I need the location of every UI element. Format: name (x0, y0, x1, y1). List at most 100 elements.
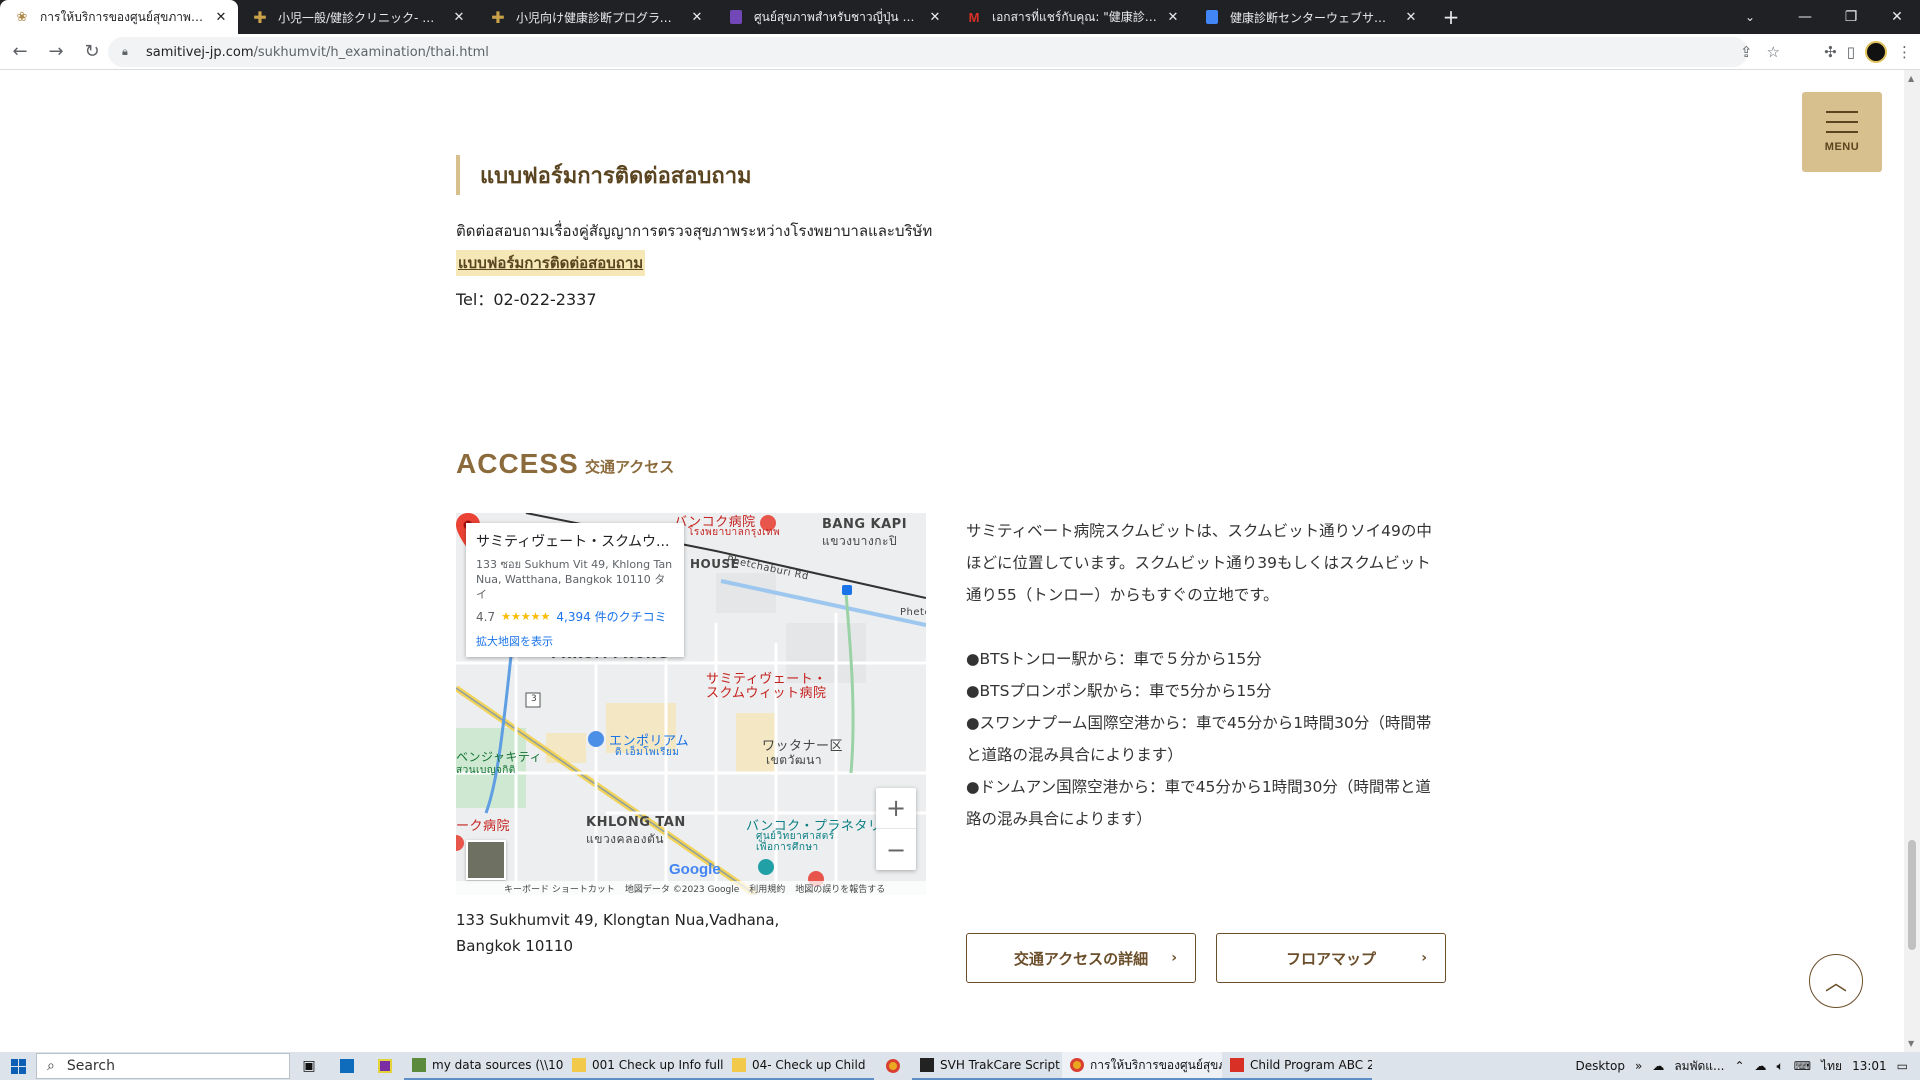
app-icon[interactable] (366, 1052, 404, 1080)
map-data-credit: 地図データ ©2023 Google (624, 884, 740, 895)
forward-arrow-icon[interactable]: → (40, 36, 72, 68)
tab-search-chevron-icon[interactable]: ⌄ (1730, 0, 1770, 34)
chevron-up-icon: ︿ (1824, 971, 1847, 996)
keyboard-shortcuts-link[interactable]: キーボード ショートカット (504, 882, 615, 895)
extension-area: ✣ ▯ ⋮ (1824, 36, 1912, 68)
hamburger-icon (1826, 111, 1858, 133)
side-panel-icon[interactable]: ▯ (1847, 43, 1855, 61)
taskbar-app-label: my data sources (\\10... (432, 1058, 564, 1072)
floor-map-button[interactable]: フロアマップ › (1216, 933, 1446, 983)
place-address: 133 ซอย Sukhum Vit 49, Khlong Tan Nua, W… (476, 558, 673, 601)
scroll-up-arrow-icon[interactable]: ▲ (1908, 74, 1914, 83)
taskbar-app[interactable]: SVH TrakCare Script (912, 1052, 1062, 1080)
satellite-toggle-button[interactable] (466, 840, 506, 880)
taskbar-search[interactable]: ⌕ Search (36, 1053, 290, 1079)
tab-title: การให้บริการของศูนย์สุขภาพสำหรับชาวญี่ปุ… (40, 9, 206, 24)
volume-icon[interactable]: 🔈︎ (1777, 1059, 1784, 1074)
contact-form-link[interactable]: แบบฟอร์มการติดต่อสอบถาม (456, 250, 646, 276)
share-icon[interactable]: ⇪ (1740, 43, 1753, 61)
access-detail-label: 交通アクセスの詳細 (1013, 949, 1149, 968)
taskbar-app[interactable]: Child Program ABC 2... (1222, 1052, 1372, 1080)
access-title: ACCESS (456, 448, 579, 479)
extensions-puzzle-icon[interactable]: ✣ (1824, 43, 1837, 61)
search-icon: ⌕ (47, 1058, 55, 1074)
tray-overflow-chevron-icon[interactable]: ⌃ (1734, 1059, 1744, 1073)
notification-icon[interactable]: ▭ (1897, 1059, 1908, 1073)
weather-icon[interactable]: ☁ (1652, 1059, 1664, 1073)
taskbar-app[interactable]: 001 Check up Info full... (564, 1052, 724, 1080)
reload-icon[interactable]: ↻ (76, 36, 108, 68)
hospital-favicon-icon: ❀ (16, 9, 28, 25)
google-map[interactable]: バンコク病院 โรงพยาบาลกรุงเทพ BANG KAPI แขวงบา… (456, 513, 926, 895)
close-window-icon[interactable]: ✕ (1874, 0, 1920, 34)
taskbar-app-label: SVH TrakCare Script (940, 1058, 1060, 1072)
outlook-icon[interactable] (328, 1052, 366, 1080)
tab-title: ศูนย์สุขภาพสำหรับชาวญี่ปุ่น สมิติเวช (754, 9, 920, 24)
tab-title: 小児一般/健診クリニック- タイのバンコク (278, 10, 444, 25)
scroll-down-arrow-icon[interactable]: ▼ (1908, 1039, 1914, 1048)
reviews-link[interactable]: 4,394 件のクチコミ (556, 608, 666, 625)
start-button[interactable] (0, 1052, 36, 1080)
close-tab-icon[interactable]: ✕ (926, 8, 944, 26)
taskbar-app[interactable]: 04- Check up Child (724, 1052, 874, 1080)
kebab-menu-icon[interactable]: ⋮ (1897, 43, 1912, 61)
omnibox-actions: ⇪ ☆ (1740, 37, 1780, 67)
map-label-route-3: 3 (531, 694, 538, 704)
keyboard-icon[interactable]: ⌨ (1794, 1059, 1811, 1073)
new-tab-button[interactable]: + (1436, 0, 1466, 34)
terminal-icon (920, 1058, 934, 1072)
browser-tab[interactable]: ศูนย์สุขภาพสำหรับชาวญี่ปุ่น สมิติเวช ✕ (714, 0, 952, 34)
bookmark-star-icon[interactable]: ☆ (1767, 43, 1780, 61)
report-error-link[interactable]: 地図の誤りを報告する (795, 882, 885, 895)
close-tab-icon[interactable]: ✕ (450, 8, 468, 26)
browser-tab[interactable]: ✚ 小児向け健康診断プログラム- タイのバンコク ✕ (476, 0, 714, 34)
folder-icon (572, 1058, 586, 1072)
profile-avatar[interactable] (1865, 41, 1887, 63)
terms-link[interactable]: 利用規約 (749, 882, 785, 895)
browser-tab[interactable]: ✚ 小児一般/健診クリニック- タイのバンコク ✕ (238, 0, 476, 34)
desktop-toolbar[interactable]: Desktop (1575, 1059, 1625, 1073)
menu-button[interactable]: MENU (1802, 92, 1882, 172)
access-detail-button[interactable]: 交通アクセスの詳細 › (966, 933, 1196, 983)
close-tab-icon[interactable]: ✕ (1402, 8, 1420, 26)
minimize-icon[interactable]: — (1782, 0, 1828, 34)
view-larger-map-link[interactable]: 拡大地図を表示 (476, 633, 674, 649)
toolbar-expand-icon[interactable]: » (1635, 1059, 1642, 1073)
taskbar-app[interactable]: การให้บริการของศูนย์สุขภ... (1062, 1052, 1222, 1080)
browser-tab[interactable]: 健康診断センターウェブサイト - Google ✕ (1190, 0, 1428, 34)
taskbar-app[interactable]: my data sources (\\10... (404, 1052, 564, 1080)
route-item: ●スワンナプーム国際空港から：車で45分から1時間30分（時間帯と道路の混み具合… (966, 714, 1432, 764)
input-language[interactable]: ไทย (1821, 1057, 1842, 1076)
map-label-khlong-tan-th: แขวงคลองตัน (586, 832, 664, 846)
browser-tab[interactable]: ❀ การให้บริการของศูนย์สุขภาพสำหรับชาวญี่… (0, 0, 238, 34)
close-tab-icon[interactable]: ✕ (1164, 8, 1182, 26)
chrome-icon[interactable] (874, 1052, 912, 1080)
address-line-1: 133 Sukhumvit 49, Klongtan Nua,Vadhana, (456, 911, 780, 929)
scrollbar-thumb[interactable] (1908, 840, 1916, 950)
task-view-icon[interactable]: ▣ (290, 1052, 328, 1080)
clock[interactable]: 13:01 (1852, 1059, 1887, 1073)
contact-form-heading: แบบฟอร์มการติดต่อสอบถาม (456, 155, 752, 195)
browser-tab[interactable]: M เอกสารที่แชร์กับคุณ: "健康診断セン ✕ (952, 0, 1190, 34)
restore-icon[interactable]: ❐ (1828, 0, 1874, 34)
chevron-right-icon: › (1421, 950, 1427, 966)
google-wordmark: Google (669, 861, 721, 878)
close-tab-icon[interactable]: ✕ (688, 8, 706, 26)
back-to-top-button[interactable]: ︿ (1809, 954, 1863, 1008)
zoom-out-button[interactable]: − (876, 829, 916, 870)
close-tab-icon[interactable]: ✕ (212, 8, 230, 26)
access-intro: サミティベート病院スクムビットは、スクムビット通りソイ49の中ほどに位置していま… (966, 522, 1432, 604)
taskbar-app-label: การให้บริการของศูนย์สุขภ... (1090, 1057, 1222, 1072)
page-scrollbar[interactable]: ▲ ▼ (1904, 70, 1920, 1052)
address-bar[interactable]: 🔒︎ samitivej-jp.com/sukhumvit/h_examinat… (108, 37, 1748, 67)
place-title: サミティヴェート・スクムウ... (476, 534, 670, 550)
weather-text[interactable]: ลมพัดแ... (1674, 1057, 1724, 1076)
window-controls: — ❐ ✕ (1782, 0, 1920, 34)
windows-logo-icon (10, 1058, 26, 1074)
map-label-house: HOUSE (690, 557, 740, 571)
back-arrow-icon[interactable]: ← (4, 36, 36, 68)
chrome-icon (1070, 1058, 1084, 1072)
route-item: ●BTSプロンポン駅から：車で5分から15分 (966, 682, 1272, 700)
zoom-in-button[interactable]: + (876, 788, 916, 829)
onedrive-icon[interactable]: ☁ (1755, 1059, 1767, 1073)
